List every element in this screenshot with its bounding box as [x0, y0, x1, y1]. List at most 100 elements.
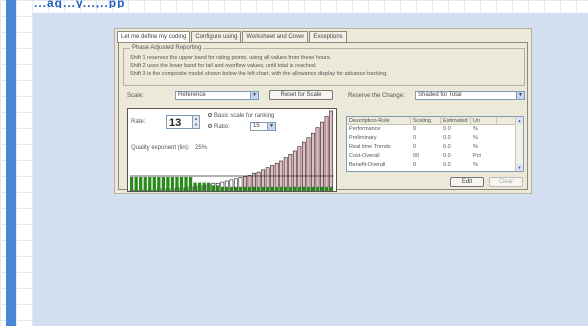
ratio-label: Ratio: — [214, 124, 230, 130]
page-header-text: ...ag...y...,..pp — [34, 0, 126, 8]
chart-level-band — [293, 186, 297, 191]
rate-stepper[interactable]: 13 ▲ ▼ — [166, 115, 200, 129]
chart-level-band — [211, 185, 215, 191]
chart-level-band — [306, 186, 311, 191]
chart-level-band — [256, 186, 261, 191]
chart-level-band — [139, 177, 143, 191]
group-legend: Phase Adjusted Reporting — [130, 45, 204, 51]
cell-estimated: 0.0 — [443, 162, 451, 168]
chart-level-band — [198, 182, 202, 191]
chart-level-band — [179, 177, 184, 191]
col-estimated[interactable]: Estimated — [441, 117, 471, 124]
chart-level-band — [243, 186, 247, 191]
chart-level-band — [261, 186, 265, 191]
list-item[interactable]: Performance 0 0.0 % — [347, 125, 523, 134]
col-scaling[interactable]: Scaling — [411, 117, 441, 124]
chart-level-band — [207, 182, 211, 191]
settings-dialog: Let me define my coding Configure using … — [114, 28, 532, 194]
tab-worksheet[interactable]: Worksheet and Cover — [242, 31, 309, 42]
shapes-select[interactable]: Shaded for Total ▼ — [415, 91, 525, 100]
chart-level-band — [279, 186, 283, 191]
cell-scaling: 0 — [413, 162, 417, 168]
chart-level-band — [143, 177, 147, 191]
scroll-up-icon[interactable]: ▲ — [516, 117, 523, 124]
cell-scaling: 0 — [413, 144, 417, 150]
rules-list[interactable]: Description-Rule Scaling Estimated Un Pe… — [346, 116, 524, 172]
cell-estimated: 0.0 — [443, 135, 451, 141]
chart-level-band — [288, 186, 292, 191]
cell-description: Preliminary — [349, 135, 377, 141]
chart-level-band — [275, 186, 279, 191]
page-header: ...ag...y...,..pp — [34, 0, 154, 8]
edit-button[interactable]: Edit — [450, 177, 484, 187]
radio-icon — [208, 113, 212, 118]
quality-value: 25% — [195, 145, 208, 151]
clear-button[interactable]: Clear — [489, 177, 523, 187]
chart-level-band — [302, 186, 306, 191]
quality-label: Quality exponent (lin): 25% — [131, 145, 208, 151]
chart-level-band — [284, 186, 288, 191]
chart-bar — [329, 110, 334, 191]
list-item[interactable]: Cost-Overall 00 0.0 Pct — [347, 152, 523, 161]
group-line-1: Shift 1 reserves the upper band for rati… — [130, 55, 332, 61]
chart-level-band — [315, 186, 320, 191]
list-header: Description-Rule Scaling Estimated Un — [347, 117, 523, 125]
list-item[interactable]: Real time Trends 0 0.0 % — [347, 143, 523, 152]
cell-scaling: 0 — [413, 126, 417, 132]
scale-label: Scale: — [127, 93, 144, 99]
chart-level-band — [170, 177, 175, 191]
chart-level-band — [188, 177, 193, 191]
chart-level-band — [130, 177, 134, 191]
chevron-down-icon: ▼ — [516, 92, 524, 99]
chart-level-band — [225, 186, 229, 191]
scale-select[interactable]: Reference ▼ — [175, 91, 259, 100]
cell-unit: % — [473, 135, 478, 141]
chart-bar — [288, 154, 293, 191]
spin-arrows-icon[interactable]: ▲ ▼ — [192, 116, 199, 128]
cell-scaling: 0 — [413, 135, 417, 141]
chart-bar — [324, 116, 329, 191]
basic-scale-option[interactable]: Basic scale for ranking — [208, 113, 274, 119]
chart-level-band — [311, 186, 315, 191]
chevron-down-icon: ▼ — [267, 123, 275, 130]
chart-level-band — [329, 186, 333, 191]
cell-estimated: 0.0 — [443, 144, 451, 150]
dialog-tabs: Let me define my coding Configure using … — [117, 31, 348, 43]
cell-description: Cost-Overall — [349, 153, 380, 159]
page-stripe — [6, 0, 16, 326]
scroll-down-icon[interactable]: ▼ — [516, 164, 523, 171]
scale-preview: Rate: 13 ▲ ▼ Basic scale for ranking Rati… — [127, 108, 337, 192]
chart-level-band — [220, 186, 224, 191]
cell-unit: % — [473, 126, 478, 132]
cell-description: Performance — [349, 126, 381, 132]
list-scrollbar[interactable]: ▲ ▼ — [515, 117, 523, 171]
chart-level-band — [320, 186, 324, 191]
chart-level-band — [216, 185, 220, 191]
chart-level-band — [247, 186, 252, 191]
chart-level-band — [157, 177, 161, 191]
chart-level-band — [266, 186, 270, 191]
ratio-value: 15 — [253, 123, 260, 129]
quality-text: Quality exponent (lin): — [131, 145, 190, 151]
chart-level-band — [297, 186, 301, 191]
chevron-down-icon: ▼ — [250, 92, 258, 99]
tab-configure[interactable]: Configure using — [191, 31, 242, 42]
col-description[interactable]: Description-Rule — [347, 117, 411, 124]
list-item[interactable]: Benefit-Overall 0 0.0 % — [347, 161, 523, 170]
reset-scale-button[interactable]: Reset for Scale — [269, 90, 333, 100]
cell-description: Benefit-Overall — [349, 162, 386, 168]
chart-bar — [297, 146, 302, 191]
tab-exceptions[interactable]: Exceptions — [309, 31, 347, 42]
chart-level-band — [270, 186, 274, 191]
chart-level-band — [161, 177, 165, 191]
cell-unit: Pct — [473, 153, 481, 159]
list-item[interactable]: Preliminary 0 0.0 % — [347, 134, 523, 143]
chart-level-band — [238, 186, 243, 191]
ratio-option[interactable]: Ratio: — [208, 124, 230, 130]
chart-level-band — [148, 177, 152, 191]
chart-level-band — [184, 177, 188, 191]
col-unit[interactable]: Un — [471, 117, 497, 124]
cell-unit: % — [473, 144, 478, 150]
ratio-select[interactable]: 15 ▼ — [250, 122, 276, 131]
chart-level-band — [324, 186, 329, 191]
